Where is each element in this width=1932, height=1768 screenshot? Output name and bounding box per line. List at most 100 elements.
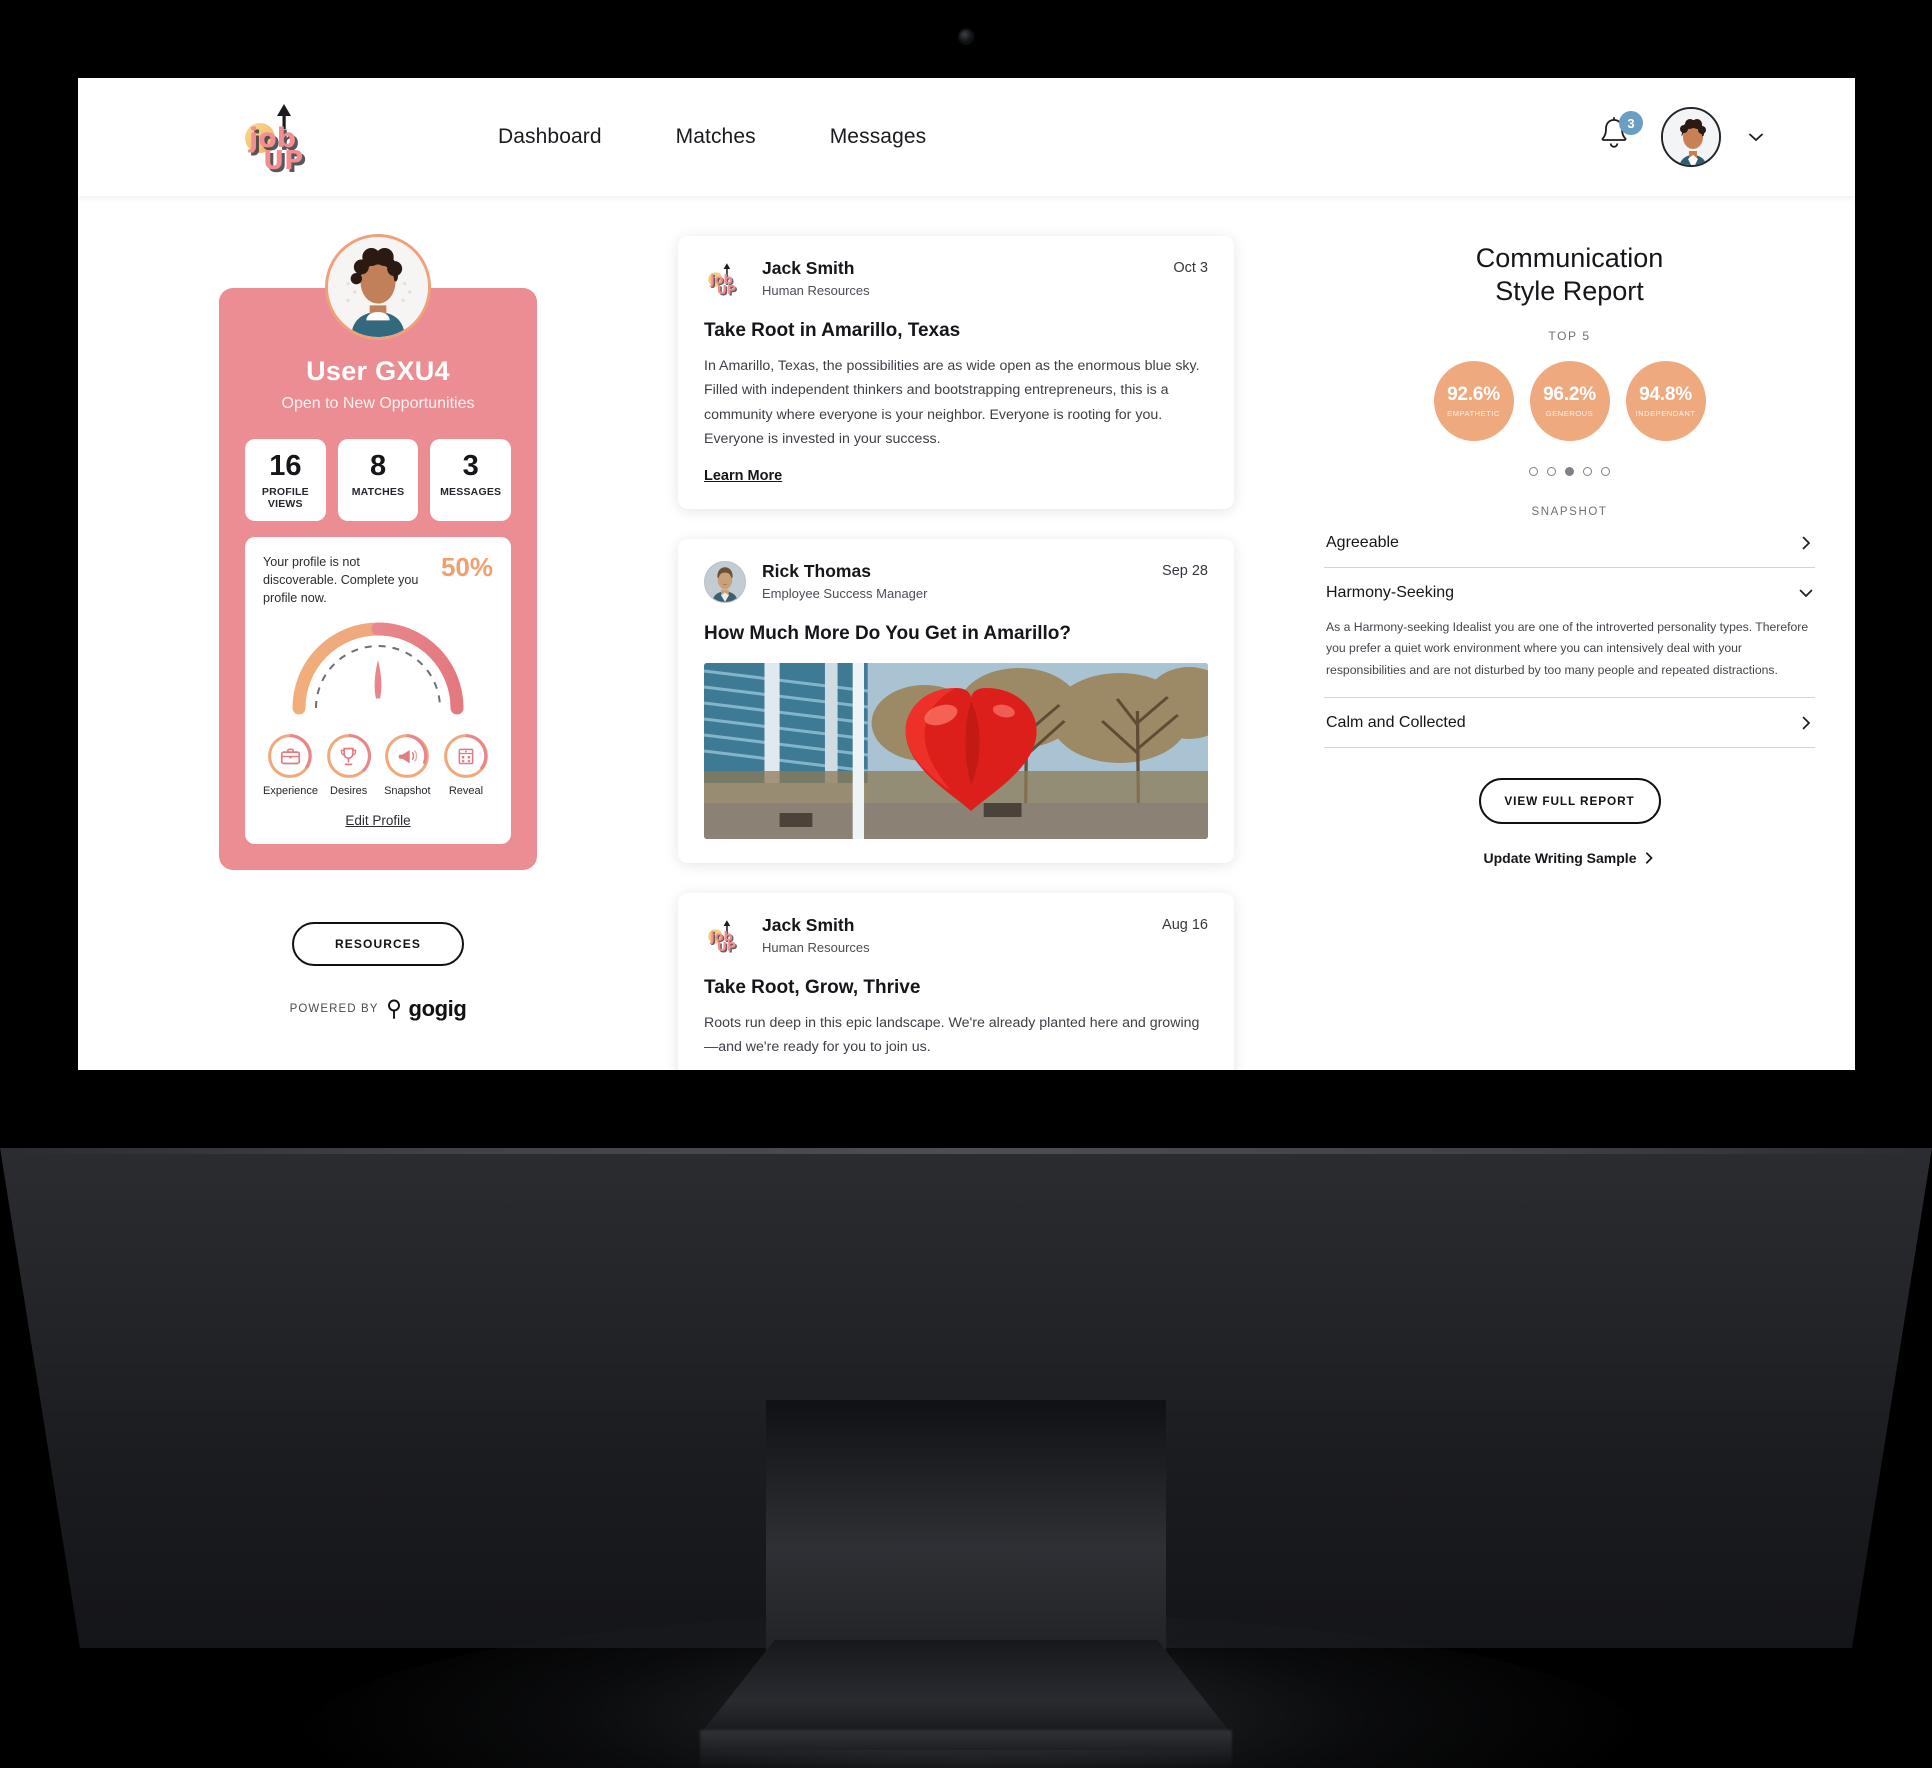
snapshot-accordion-list: Agreeable Harmony-Seeking As a Harmony-s… bbox=[1324, 518, 1815, 748]
report-column: Communication Style Report TOP 5 92.6% E… bbox=[1278, 236, 1855, 1070]
feed-author-name: Jack Smith bbox=[762, 258, 855, 278]
update-writing-sample-label: Update Writing Sample bbox=[1483, 849, 1637, 866]
svg-text:UP: UP bbox=[717, 940, 736, 954]
chevron-right-icon bbox=[1802, 536, 1811, 550]
action-label: Experience bbox=[263, 785, 319, 798]
accordion-header[interactable]: Agreeable bbox=[1324, 518, 1815, 567]
notifications-button[interactable]: 3 bbox=[1597, 111, 1643, 159]
screen-viewport: job UP job UP Dashboard Matches Messages bbox=[78, 78, 1855, 1070]
accordion-harmony-seeking: Harmony-Seeking As a Harmony-seeking Ide… bbox=[1324, 566, 1815, 697]
trait-bubbles: 92.6% EMPATHETIC 96.2% GENEROUS 94.8% IN… bbox=[1324, 360, 1815, 441]
chevron-right-icon bbox=[1646, 852, 1654, 864]
nav-link-dashboard[interactable]: Dashboard bbox=[488, 119, 612, 155]
trait-label: GENEROUS bbox=[1545, 408, 1594, 418]
accordion-header[interactable]: Harmony-Seeking bbox=[1324, 568, 1815, 617]
stat-label: PROFILE VIEWS bbox=[261, 486, 309, 511]
feed-title: How Much More Do You Get in Amarillo? bbox=[704, 622, 1071, 644]
jobup-logo-icon: job UP job UP bbox=[708, 919, 737, 955]
accordion-header[interactable]: Calm and Collected bbox=[1324, 698, 1815, 747]
accordion-agreeable: Agreeable bbox=[1324, 518, 1815, 567]
nav-link-matches[interactable]: Matches bbox=[666, 119, 766, 155]
action-label: Snapshot bbox=[384, 785, 431, 798]
chevron-down-icon bbox=[1799, 589, 1813, 598]
profile-name: User GXU4 bbox=[306, 356, 450, 386]
user-avatar[interactable] bbox=[1661, 107, 1721, 167]
completion-percent: 50% bbox=[440, 552, 493, 583]
profile-status: Open to New Opportunities bbox=[281, 395, 475, 412]
feed-body: In Amarillo, Texas, the possibilities ar… bbox=[704, 358, 1200, 448]
trait-percent: 92.6% bbox=[1447, 383, 1500, 405]
stat-value: 8 bbox=[369, 450, 387, 482]
svg-text:UP: UP bbox=[717, 283, 736, 297]
nav-link-messages[interactable]: Messages bbox=[820, 119, 937, 155]
svg-text:UP: UP bbox=[263, 146, 303, 176]
accordion-body: As a Harmony-seeking Idealist you are on… bbox=[1326, 619, 1809, 677]
monitor-chin-highlight bbox=[0, 1148, 1932, 1154]
resources-button[interactable]: RESOURCES bbox=[292, 922, 464, 967]
feed-title: Take Root, Grow, Thrive bbox=[704, 976, 921, 998]
carousel-dot-active[interactable] bbox=[1565, 466, 1574, 476]
gogig-wordmark: gogig bbox=[408, 996, 467, 1022]
stat-value: 3 bbox=[462, 450, 479, 482]
progress-ring bbox=[385, 734, 430, 778]
trait-label: INDEPENDANT bbox=[1635, 408, 1696, 418]
accordion-calm-and-collected: Calm and Collected bbox=[1324, 696, 1815, 747]
stat-profile-views[interactable]: 16 PROFILE VIEWS bbox=[245, 439, 326, 522]
feed-card[interactable]: Rick Thomas Employee Success Manager Sep… bbox=[678, 538, 1234, 863]
feed-list: job UP job UP Jack Smith Human Resources… bbox=[678, 236, 1234, 1070]
top-navigation-bar: job UP job UP Dashboard Matches Messages bbox=[78, 78, 1855, 196]
report-title-line1: Communication bbox=[1475, 243, 1664, 273]
webcam-icon bbox=[959, 30, 973, 43]
report-title: Communication Style Report bbox=[1324, 236, 1815, 309]
profile-action-snapshot[interactable]: Snapshot bbox=[380, 734, 434, 797]
accordion-title: Harmony-Seeking bbox=[1326, 583, 1455, 601]
feed-card[interactable]: job UP job UP Jack Smith Human Resources… bbox=[678, 236, 1234, 509]
brand-logo[interactable]: job UP job UP bbox=[128, 98, 458, 176]
carousel-dot[interactable] bbox=[1547, 466, 1556, 476]
feed-body: Roots run deep in this epic landscape. W… bbox=[704, 1014, 1200, 1056]
update-writing-sample-link[interactable]: Update Writing Sample bbox=[1324, 850, 1815, 866]
chevron-right-icon bbox=[1802, 716, 1811, 730]
edit-profile-link[interactable]: Edit Profile bbox=[345, 813, 410, 828]
feed-author-name: Rick Thomas bbox=[762, 560, 871, 581]
carousel-dot[interactable] bbox=[1583, 466, 1592, 476]
action-label: Reveal bbox=[448, 785, 484, 798]
avatar-illustration bbox=[1663, 109, 1719, 165]
action-label: Desires bbox=[330, 785, 368, 798]
view-full-report-button[interactable]: VIEW FULL REPORT bbox=[1478, 777, 1661, 824]
carousel-dot[interactable] bbox=[1529, 466, 1538, 476]
profile-card: User GXU4 Open to New Opportunities 16 P… bbox=[219, 288, 537, 871]
profile-action-desires[interactable]: Desires bbox=[322, 734, 376, 797]
profile-action-reveal[interactable]: Reveal bbox=[439, 734, 493, 797]
nav-right-cluster: 3 bbox=[1597, 107, 1805, 167]
chevron-down-icon[interactable] bbox=[1747, 128, 1765, 146]
trait-label: EMPATHETIC bbox=[1447, 408, 1500, 418]
powered-by: POWERED BY gogig bbox=[290, 996, 467, 1022]
profile-avatar[interactable] bbox=[325, 234, 431, 340]
monitor-stand-reflection bbox=[700, 1730, 1232, 1768]
stat-matches[interactable]: 8 MATCHES bbox=[337, 439, 419, 522]
feed-date: Aug 16 bbox=[1162, 916, 1208, 933]
feed-author-avatar bbox=[704, 560, 746, 603]
report-title-line2: Style Report bbox=[1495, 276, 1644, 307]
jobup-logo-icon: job UP job UP bbox=[708, 263, 737, 299]
powered-by-text: POWERED BY bbox=[289, 1003, 379, 1016]
profile-completion-card: Your profile is not discoverable. Comple… bbox=[245, 537, 511, 845]
feed-image[interactable] bbox=[704, 662, 1208, 839]
feed-learn-more-link[interactable]: Learn More bbox=[704, 468, 782, 484]
profile-action-experience[interactable]: Experience bbox=[263, 734, 319, 798]
completion-gauge bbox=[285, 620, 471, 720]
feed-column: job UP job UP Jack Smith Human Resources… bbox=[678, 236, 1278, 1070]
jobup-logo-icon: job UP job UP bbox=[245, 104, 306, 176]
feed-author-avatar: job UP job UP bbox=[704, 914, 746, 957]
carousel-dot[interactable] bbox=[1601, 466, 1610, 476]
trait-bubble-empathetic[interactable]: 92.6% EMPATHETIC bbox=[1433, 360, 1514, 441]
snapshot-label: SNAPSHOT bbox=[1531, 505, 1608, 518]
trait-bubble-independant[interactable]: 94.8% INDEPENDANT bbox=[1625, 360, 1706, 441]
feed-card[interactable]: job UP job UP Jack Smith Human Resources… bbox=[678, 892, 1234, 1070]
left-column: User GXU4 Open to New Opportunities 16 P… bbox=[78, 234, 678, 1070]
trait-bubble-generous[interactable]: 96.2% GENEROUS bbox=[1529, 360, 1610, 441]
avatar-photo bbox=[705, 561, 745, 602]
stat-messages[interactable]: 3 MESSAGES bbox=[430, 439, 512, 522]
feed-author-role: Employee Success Manager bbox=[762, 585, 928, 601]
